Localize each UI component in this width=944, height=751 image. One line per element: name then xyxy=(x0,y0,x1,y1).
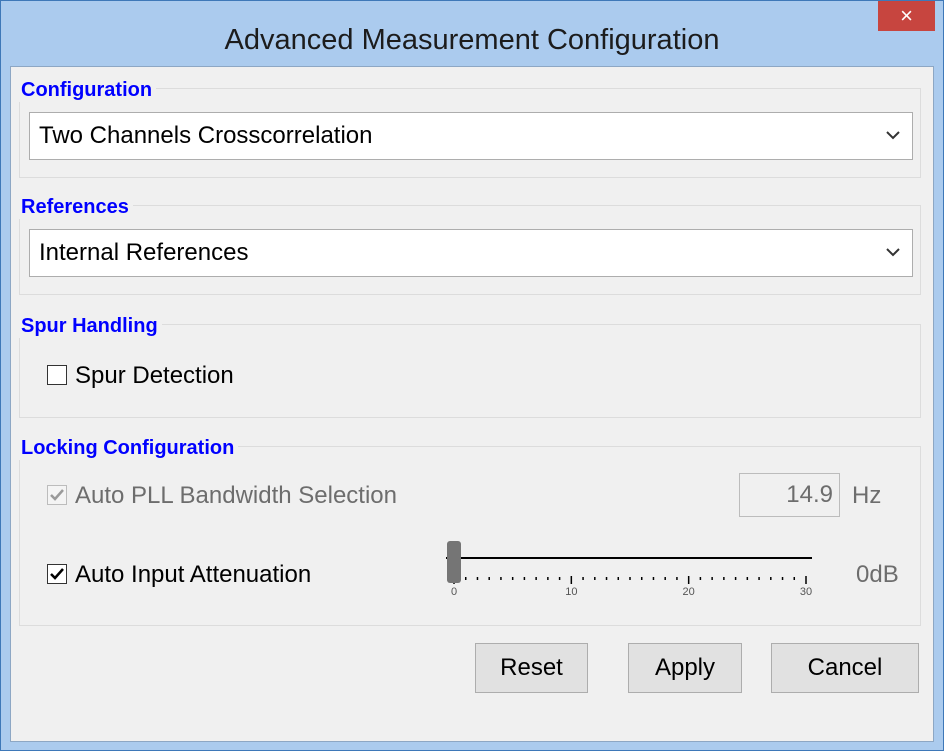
slider-tick-label: 0 xyxy=(451,586,457,597)
window-title: Advanced Measurement Configuration xyxy=(224,24,720,56)
references-group-label: References xyxy=(17,196,133,219)
checkmark-icon xyxy=(50,489,64,501)
spur-detection-checkbox[interactable]: Spur Detection xyxy=(47,361,347,391)
locking-configuration-group-label: Locking Configuration xyxy=(17,437,239,460)
references-combobox-value: Internal References xyxy=(39,239,249,266)
attenuation-slider[interactable]: 0 10 20 30 xyxy=(432,537,812,597)
apply-button[interactable]: Apply xyxy=(628,643,742,693)
slider-tick-labels: 0 10 20 30 xyxy=(451,586,812,597)
auto-pll-bandwidth-checkbox-box[interactable] xyxy=(47,485,67,505)
close-button[interactable]: × xyxy=(878,1,935,31)
configuration-group-label: Configuration xyxy=(17,79,157,102)
references-group: References Internal References xyxy=(17,196,921,295)
configuration-combobox[interactable]: Two Channels Crosscorrelation xyxy=(29,112,913,160)
configuration-group: Configuration Two Channels Crosscorrelat… xyxy=(17,79,921,178)
spur-detection-label: Spur Detection xyxy=(75,362,234,389)
pll-bandwidth-unit: Hz xyxy=(852,482,882,509)
spur-detection-checkbox-box[interactable] xyxy=(47,365,67,385)
pll-bandwidth-value: 14.9 xyxy=(786,481,833,508)
slider-ticks xyxy=(453,576,807,584)
close-icon: × xyxy=(900,3,913,28)
checkmark-icon xyxy=(50,568,64,580)
auto-pll-bandwidth-checkbox[interactable]: Auto PLL Bandwidth Selection xyxy=(47,481,547,511)
chevron-down-icon[interactable] xyxy=(884,126,902,144)
chevron-down-icon[interactable] xyxy=(884,243,902,261)
configuration-combobox-value: Two Channels Crosscorrelation xyxy=(39,122,373,149)
slider-tick-label: 10 xyxy=(565,586,577,597)
auto-pll-bandwidth-label: Auto PLL Bandwidth Selection xyxy=(75,482,397,509)
slider-tick-label: 20 xyxy=(683,586,695,597)
auto-input-attenuation-checkbox-box[interactable] xyxy=(47,564,67,584)
attenuation-readout: 0dB xyxy=(856,561,899,588)
references-combobox[interactable]: Internal References xyxy=(29,229,913,277)
slider-tick-label: 30 xyxy=(800,586,812,597)
slider-thumb[interactable] xyxy=(447,541,461,583)
spur-handling-group-label: Spur Handling xyxy=(17,315,162,338)
reset-button[interactable]: Reset xyxy=(475,643,588,693)
pll-bandwidth-field[interactable]: 14.9 xyxy=(739,473,840,517)
title-bar[interactable]: Advanced Measurement Configuration × xyxy=(1,1,943,63)
cancel-button[interactable]: Cancel xyxy=(771,643,919,693)
auto-input-attenuation-label: Auto Input Attenuation xyxy=(75,561,312,588)
auto-input-attenuation-checkbox[interactable]: Auto Input Attenuation xyxy=(47,560,387,590)
